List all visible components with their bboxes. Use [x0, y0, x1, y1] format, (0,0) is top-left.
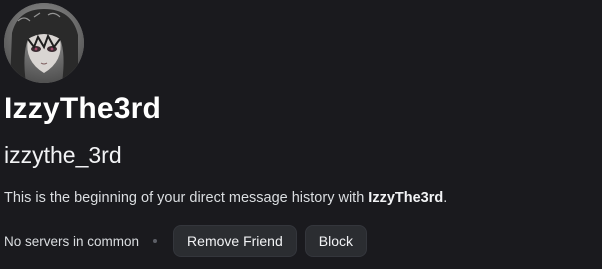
separator-dot [153, 239, 158, 243]
user-avatar[interactable] [4, 3, 84, 83]
remove-friend-button[interactable]: Remove Friend [173, 225, 297, 257]
mutual-servers-text: No servers in common [4, 233, 140, 249]
intro-suffix: . [443, 190, 448, 206]
profile-actions: No servers in common Remove Friend Block [4, 225, 375, 257]
profile-display-name: IzzyThe3rd [4, 92, 162, 125]
intro-prefix: This is the beginning of your direct mes… [4, 190, 369, 206]
dm-welcome-header: IzzyThe3rd izzythe_3rd This is the begin… [0, 0, 602, 269]
avatar-image [4, 3, 84, 83]
intro-name: IzzyThe3rd [368, 190, 444, 206]
dm-intro-text: This is the beginning of your direct mes… [4, 190, 447, 206]
block-button[interactable]: Block [304, 225, 367, 257]
profile-username: izzythe_3rd [4, 142, 122, 168]
